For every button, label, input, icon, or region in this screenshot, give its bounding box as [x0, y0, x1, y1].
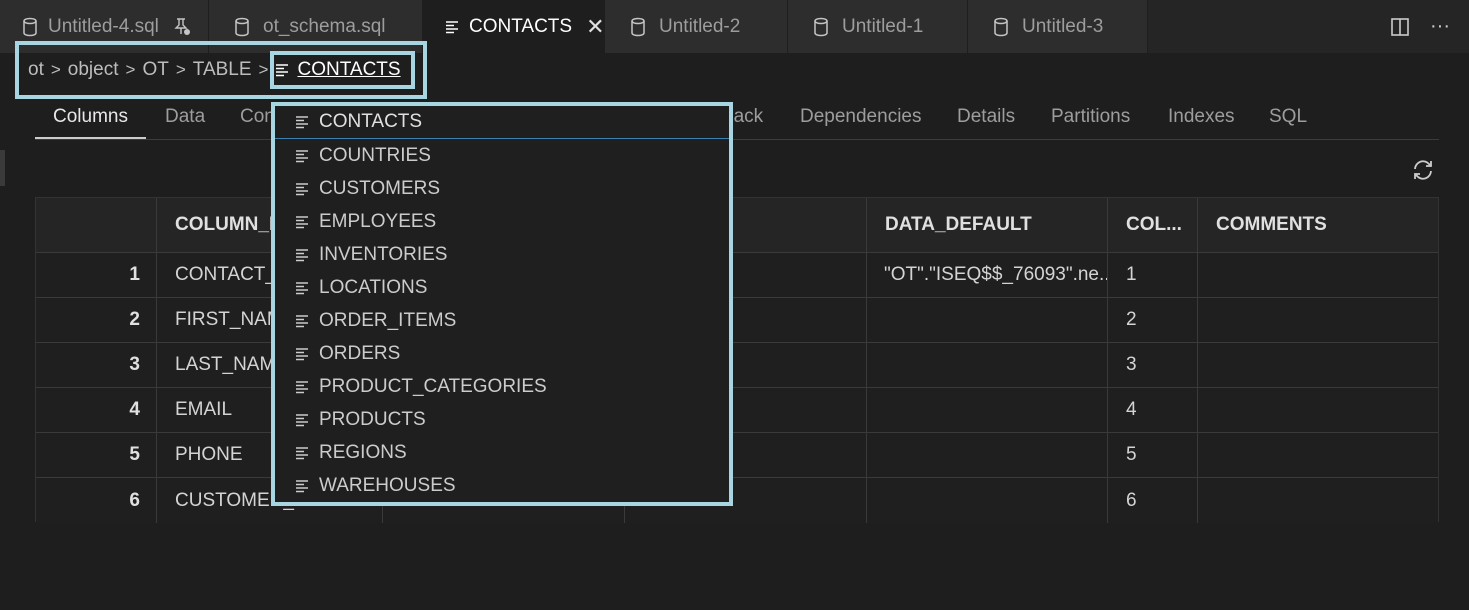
- cell-comments[interactable]: [1197, 388, 1438, 432]
- cell-comments[interactable]: [1197, 343, 1438, 387]
- breadcrumb-item-table[interactable]: TABLE: [193, 59, 252, 81]
- database-icon: [231, 16, 253, 38]
- cell-comments[interactable]: [1197, 478, 1438, 523]
- cell-comments[interactable]: [1197, 253, 1438, 297]
- cell-data-default[interactable]: [866, 388, 1107, 432]
- dropdown-highlight: [271, 102, 733, 506]
- table-row[interactable]: 6 CUSTOMER_I 6: [36, 478, 1438, 523]
- tab-partitions[interactable]: Partitions: [1033, 98, 1148, 139]
- breadcrumb-item-ot[interactable]: ot: [28, 59, 44, 81]
- more-actions-icon[interactable]: ···: [1429, 15, 1451, 38]
- cell-comments[interactable]: [1197, 298, 1438, 342]
- columns-grid: COLUMN_N E DATA_DEFAULT COL... COMMENTS …: [35, 197, 1439, 523]
- row-number: 4: [129, 399, 140, 420]
- tab-indexes[interactable]: Indexes: [1150, 98, 1253, 139]
- database-icon: [627, 16, 649, 38]
- cell-column-id[interactable]: 1: [1107, 253, 1197, 297]
- split-editor-icon[interactable]: [1389, 16, 1411, 38]
- table-icon: [445, 16, 459, 38]
- row-number: 6: [129, 489, 140, 511]
- chevron-right-icon: >: [258, 60, 269, 79]
- cell-column-id[interactable]: 4: [1107, 388, 1197, 432]
- cell-column-id[interactable]: 2: [1107, 298, 1197, 342]
- table-row[interactable]: 2 FIRST_NAM 2: [36, 298, 1438, 343]
- chevron-right-icon: >: [175, 60, 186, 79]
- grid-header-row: COLUMN_N E DATA_DEFAULT COL... COMMENTS: [36, 198, 1438, 253]
- table-row[interactable]: 1 CONTACT_I "OT"."ISEQ$$_76093".ne... 1: [36, 253, 1438, 298]
- tab-details[interactable]: Details: [939, 98, 1033, 139]
- tab-sql[interactable]: SQL: [1251, 98, 1325, 139]
- cell-data-default[interactable]: [866, 298, 1107, 342]
- row-number-header: [36, 198, 156, 252]
- tab-label: CONTACTS: [469, 15, 573, 37]
- tab-data[interactable]: Data: [147, 98, 223, 139]
- table-row[interactable]: 5 PHONE 5: [36, 433, 1438, 478]
- activity-edge: [0, 150, 5, 186]
- object-tabs: Columns Data Con back Dependencies Detai…: [35, 98, 1439, 140]
- cell-data-default[interactable]: [866, 343, 1107, 387]
- table-row[interactable]: 4 EMAIL 4: [36, 388, 1438, 433]
- tab-columns[interactable]: Columns: [35, 98, 146, 139]
- header-data-default[interactable]: DATA_DEFAULT: [866, 198, 1107, 252]
- tab-label: ot_schema.sql: [263, 15, 386, 37]
- cell-column-id[interactable]: 6: [1107, 478, 1197, 523]
- tab-dependencies[interactable]: Dependencies: [782, 98, 939, 139]
- pin-icon[interactable]: [173, 16, 191, 38]
- tab-label: Untitled-1: [842, 15, 924, 37]
- tab-actions: ···: [1389, 0, 1469, 53]
- row-number: 3: [129, 354, 140, 375]
- tab-label: Untitled-3: [1022, 15, 1104, 37]
- table-row[interactable]: 3 LAST_NAM 3: [36, 343, 1438, 388]
- row-number: 2: [129, 309, 140, 330]
- cell-data-default[interactable]: [866, 433, 1107, 477]
- header-comments[interactable]: COMMENTS: [1197, 198, 1438, 252]
- close-icon[interactable]: ✕: [586, 14, 604, 40]
- breadcrumb-item-object[interactable]: object: [68, 59, 119, 81]
- chevron-right-icon: >: [50, 60, 61, 79]
- tab-label: Untitled-2: [659, 15, 741, 37]
- row-number: 1: [129, 264, 140, 285]
- refresh-icon[interactable]: [1410, 157, 1436, 183]
- breadcrumb-item-ot-schema[interactable]: OT: [142, 59, 168, 81]
- tab-label: Untitled-4.sql: [48, 15, 159, 37]
- tab-contacts[interactable]: CONTACTS ✕: [423, 0, 605, 53]
- cell-data-default[interactable]: "OT"."ISEQ$$_76093".ne...: [866, 253, 1107, 297]
- cell-column-id[interactable]: 3: [1107, 343, 1197, 387]
- header-column-id[interactable]: COL...: [1107, 198, 1197, 252]
- cell-column-id[interactable]: 5: [1107, 433, 1197, 477]
- tab-untitled-3[interactable]: Untitled-3: [968, 0, 1148, 53]
- row-number: 5: [129, 444, 140, 465]
- cell-comments[interactable]: [1197, 433, 1438, 477]
- tab-untitled-2[interactable]: Untitled-2: [605, 0, 788, 53]
- chevron-right-icon: >: [125, 60, 136, 79]
- tab-untitled-1[interactable]: Untitled-1: [788, 0, 968, 53]
- cell-data-default[interactable]: [866, 478, 1107, 523]
- database-icon: [990, 16, 1012, 38]
- database-icon: [810, 16, 832, 38]
- breadcrumb-current-highlight: [270, 51, 415, 89]
- database-icon: [22, 16, 38, 38]
